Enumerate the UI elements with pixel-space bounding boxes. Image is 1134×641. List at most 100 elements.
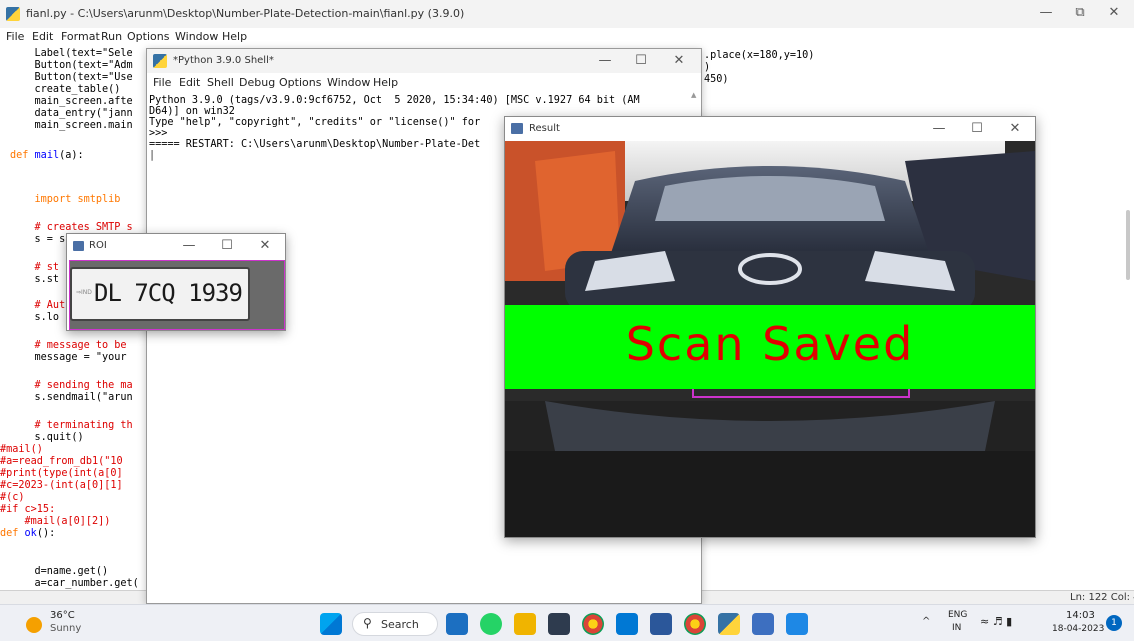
code-line: s.quit() [10,432,84,443]
code-line: #(c) [0,492,25,503]
code-line: # message to be [10,340,127,351]
code-line: s.lo [10,312,60,323]
shell-menubar: File Edit Shell Debug Options Window Hel… [147,73,701,91]
code-line: def ok(): [0,528,55,539]
photos-icon[interactable] [786,613,808,635]
shell-titlebar[interactable]: *Python 3.9.0 Shell* — ☐ ✕ [147,49,701,73]
keyword-def: def [0,528,25,539]
menu-window[interactable]: Window [175,30,218,43]
plate-crop: ⇒IND DL 7CQ 1939 [69,260,285,330]
sun-icon[interactable] [26,617,42,633]
function-name: ok [24,528,37,539]
code-line: s = s [10,234,66,245]
maximize-icon[interactable]: ☐ [967,121,987,136]
code-line: # sending the ma [10,380,133,391]
code-line: s.sendmail("arun [10,392,133,403]
close-icon[interactable]: ✕ [1104,5,1124,20]
python-idle-icon[interactable] [718,613,740,635]
code-line: create_table() [10,84,121,95]
code-line: a=car_number.get( [10,578,139,589]
license-plate: ⇒IND DL 7CQ 1939 [70,267,250,321]
code-line: d=name.get() [10,566,109,577]
restore-icon[interactable]: ⧉ [1070,5,1090,20]
chevron-up-icon[interactable]: ^ [922,616,930,627]
whatsapp-icon[interactable] [480,613,502,635]
close-icon[interactable]: ✕ [255,238,275,253]
weather-temp[interactable]: 36°C [50,610,75,621]
code-line-right: 450) [704,74,729,85]
app-icon-2[interactable] [752,613,774,635]
result-title: Result [529,123,560,134]
roi-title: ROI [89,240,107,251]
code-line: import smtplib [10,194,121,205]
maximize-icon[interactable]: ☐ [631,53,651,68]
editor-scrollbar[interactable] [1126,210,1130,280]
menu-format[interactable]: Format [61,30,100,43]
menu-edit[interactable]: Edit [179,76,200,89]
python-icon [153,54,167,68]
lang-code[interactable]: ENG [948,610,967,620]
region-code[interactable]: IN [952,623,961,633]
code-line: Label(text="Sele [10,48,133,59]
editor-menubar: File Edit Format Run Options Window Help [0,28,1134,46]
wifi-volume-battery-icon[interactable]: ≈ ♬ ▮ [980,615,1012,628]
code-line: def mail(a): [10,150,84,161]
editor-title: fianl.py - C:\Users\arunm\Desktop\Number… [26,7,465,20]
code-line: s.st [10,274,60,285]
menu-run[interactable]: Run [101,30,122,43]
python-file-icon [6,7,20,21]
maximize-icon[interactable]: ☐ [217,238,237,253]
code-line: # terminating th [10,420,133,431]
menu-help[interactable]: Help [373,76,398,89]
menu-edit[interactable]: Edit [32,30,53,43]
scroll-up-icon[interactable]: ▲ [691,91,699,101]
clock-time[interactable]: 14:03 [1066,610,1095,621]
scan-banner: Scan Saved [505,305,1035,389]
window-icon [511,123,523,134]
menu-debug[interactable]: Debug [239,76,275,89]
close-icon[interactable]: ✕ [1005,121,1025,136]
menu-options[interactable]: Options [279,76,321,89]
menu-file[interactable]: File [153,76,171,89]
terminal-icon[interactable] [548,613,570,635]
code-line: #if c>15: [0,504,56,515]
minimize-icon[interactable]: — [929,121,949,136]
roi-window: ROI — ☐ ✕ ⇒IND DL 7CQ 1939 [66,233,286,331]
code-line-right: .place(x=180,y=10) [704,50,815,61]
menu-file[interactable]: File [6,30,24,43]
close-icon[interactable]: ✕ [669,53,689,68]
minimize-icon[interactable]: — [179,238,199,253]
cursor-position: Ln: 122 Col: 4 [1070,592,1134,603]
chrome-profile-icon[interactable] [684,613,706,635]
menu-shell[interactable]: Shell [207,76,234,89]
chrome-icon[interactable] [582,613,604,635]
taskbar: 36°C Sunny ⚲ Search ^ ENG IN ≈ ♬ ▮ 14:03… [0,604,1134,641]
menu-options[interactable]: Options [127,30,169,43]
code-line: #print(type(int(a[0] [0,468,123,479]
editor-titlebar[interactable]: fianl.py - C:\Users\arunm\Desktop\Number… [0,0,1134,28]
result-titlebar[interactable]: Result — ☐ ✕ [505,117,1035,141]
shell-title: *Python 3.9.0 Shell* [173,55,274,66]
windows-start-icon[interactable] [320,613,342,635]
code-line: #c=2023-(int(a[0][1] [0,480,123,491]
vscode-icon[interactable] [616,613,638,635]
code-line: #mail() [0,444,43,455]
search-box[interactable]: ⚲ Search [352,612,438,636]
code-line: message = "your [10,352,127,363]
minimize-icon[interactable]: — [1036,5,1056,20]
menu-help[interactable]: Help [222,30,247,43]
notification-badge[interactable]: 1 [1106,615,1122,631]
code-line: #a=read_from_db1("10 [0,456,123,467]
roi-titlebar[interactable]: ROI — ☐ ✕ [67,234,285,258]
app-icon-1[interactable] [446,613,468,635]
file-explorer-icon[interactable] [514,613,536,635]
code-line: # st [10,262,60,273]
word-icon[interactable] [650,613,672,635]
menu-window[interactable]: Window [327,76,370,89]
search-icon: ⚲ [363,616,372,630]
clock-date[interactable]: 18-04-2023 [1052,624,1104,634]
code-text: (a): [59,150,84,161]
weather-desc[interactable]: Sunny [50,623,81,634]
plate-badge-icon: ⇒IND [76,289,92,296]
minimize-icon[interactable]: — [595,53,615,68]
